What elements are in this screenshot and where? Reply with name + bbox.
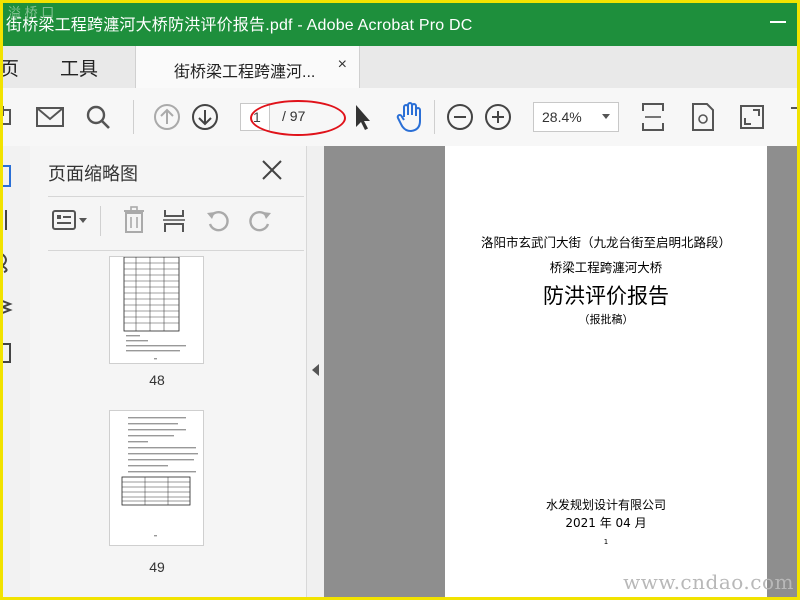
fit-page-icon[interactable] <box>686 100 720 134</box>
toolbar-divider <box>133 100 134 134</box>
toolbar-divider <box>434 100 435 134</box>
page-thumbnails-icon[interactable] <box>0 164 14 188</box>
layers-icon[interactable] <box>0 294 14 318</box>
zoom-in-icon[interactable] <box>481 100 515 134</box>
current-page-input[interactable]: 1 <box>240 103 270 131</box>
title-watermark: 溢 桥 口 <box>8 5 55 20</box>
bookmarks-icon[interactable] <box>0 208 14 232</box>
rotate-right-icon[interactable] <box>244 204 276 236</box>
thumbnail-list: 48 49 <box>48 256 300 600</box>
doc-company: 水发规划设计有限公司 <box>545 498 666 512</box>
delete-page-icon[interactable] <box>118 204 150 236</box>
nav-tools-tab[interactable]: 工具 <box>60 54 98 81</box>
close-panel-icon[interactable] <box>260 158 284 182</box>
upload-icon[interactable] <box>0 100 20 134</box>
doc-title: 防洪评价报告 <box>543 284 669 308</box>
doc-project-subline: 桥梁工程跨瀍河大桥 <box>549 260 663 275</box>
left-tools-strip <box>0 146 31 600</box>
thumbnail-page-number: 49 <box>149 559 165 575</box>
more-tools-icon[interactable] <box>780 100 800 134</box>
panel-divider <box>48 250 304 251</box>
site-watermark: www.cndao.com <box>623 570 794 594</box>
page-thumbnails-panel: 页面缩略图 48 49 <box>30 146 306 600</box>
pdf-page: 洛阳市玄武门大街（九龙台街至启明北路段） 桥梁工程跨瀍河大桥 防洪评价报告 （报… <box>445 146 767 600</box>
page-thumbnail-49[interactable] <box>109 410 204 546</box>
thumbnail-page-content <box>123 256 186 360</box>
doc-subtitle: （报批稿） <box>578 313 634 326</box>
hand-tool-icon[interactable] <box>393 100 427 134</box>
panel-divider <box>48 196 304 197</box>
doc-date: 2021 年 04 月 <box>565 516 647 530</box>
panel-toolbar-divider <box>100 206 101 236</box>
close-tab-icon[interactable]: × <box>338 56 347 74</box>
rotate-left-icon[interactable] <box>202 204 234 236</box>
select-arrow-icon[interactable] <box>345 100 379 134</box>
doc-project-line: 洛阳市玄武门大街（九龙台街至启明北路段） <box>480 235 731 250</box>
email-icon[interactable] <box>33 100 67 134</box>
signatures-icon[interactable] <box>0 340 14 364</box>
thumbnail-page-number: 48 <box>149 372 165 388</box>
document-tab[interactable]: 街桥梁工程跨瀍河... × <box>135 46 360 89</box>
full-screen-icon[interactable] <box>735 100 769 134</box>
zoom-level-value: 28.4% <box>542 109 582 125</box>
next-page-icon[interactable] <box>188 100 222 134</box>
collapse-panel-icon[interactable] <box>312 364 319 376</box>
title-bar: 溢 桥 口 街桥梁工程跨瀍河大桥防洪评价报告.pdf - Adobe Acrob… <box>0 0 800 46</box>
panel-title: 页面缩略图 <box>48 164 138 184</box>
chevron-down-icon <box>602 114 610 119</box>
attachments-icon[interactable] <box>0 250 14 274</box>
minimize-button[interactable] <box>766 10 790 34</box>
thumbnail-page-content <box>121 417 198 537</box>
window-title: 街桥梁工程跨瀍河大桥防洪评价报告.pdf - Adobe Acrobat Pro… <box>6 17 473 34</box>
document-tab-label: 街桥梁工程跨瀍河... <box>174 64 316 81</box>
search-icon[interactable] <box>81 100 115 134</box>
page-thumbnail-48[interactable] <box>109 256 204 364</box>
zoom-out-icon[interactable] <box>443 100 477 134</box>
tab-bar: 主页 工具 街桥梁工程跨瀍河... × <box>0 46 800 89</box>
nav-home-tab[interactable]: 主页 <box>0 54 19 81</box>
total-pages-label: / 97 <box>282 108 306 124</box>
thumbnail-options-icon[interactable] <box>48 204 90 236</box>
previous-page-icon[interactable] <box>150 100 184 134</box>
fit-width-icon[interactable] <box>636 100 670 134</box>
document-view[interactable]: 洛阳市玄武门大街（九龙台街至启明北路段） 桥梁工程跨瀍河大桥 防洪评价报告 （报… <box>324 146 800 600</box>
zoom-level-select[interactable]: 28.4% <box>533 102 619 132</box>
doc-page-number: 1 <box>603 538 609 546</box>
main-toolbar: 1 / 97 28.4% <box>0 88 800 147</box>
insert-page-icon[interactable] <box>158 204 190 236</box>
panel-splitter[interactable] <box>306 146 325 600</box>
